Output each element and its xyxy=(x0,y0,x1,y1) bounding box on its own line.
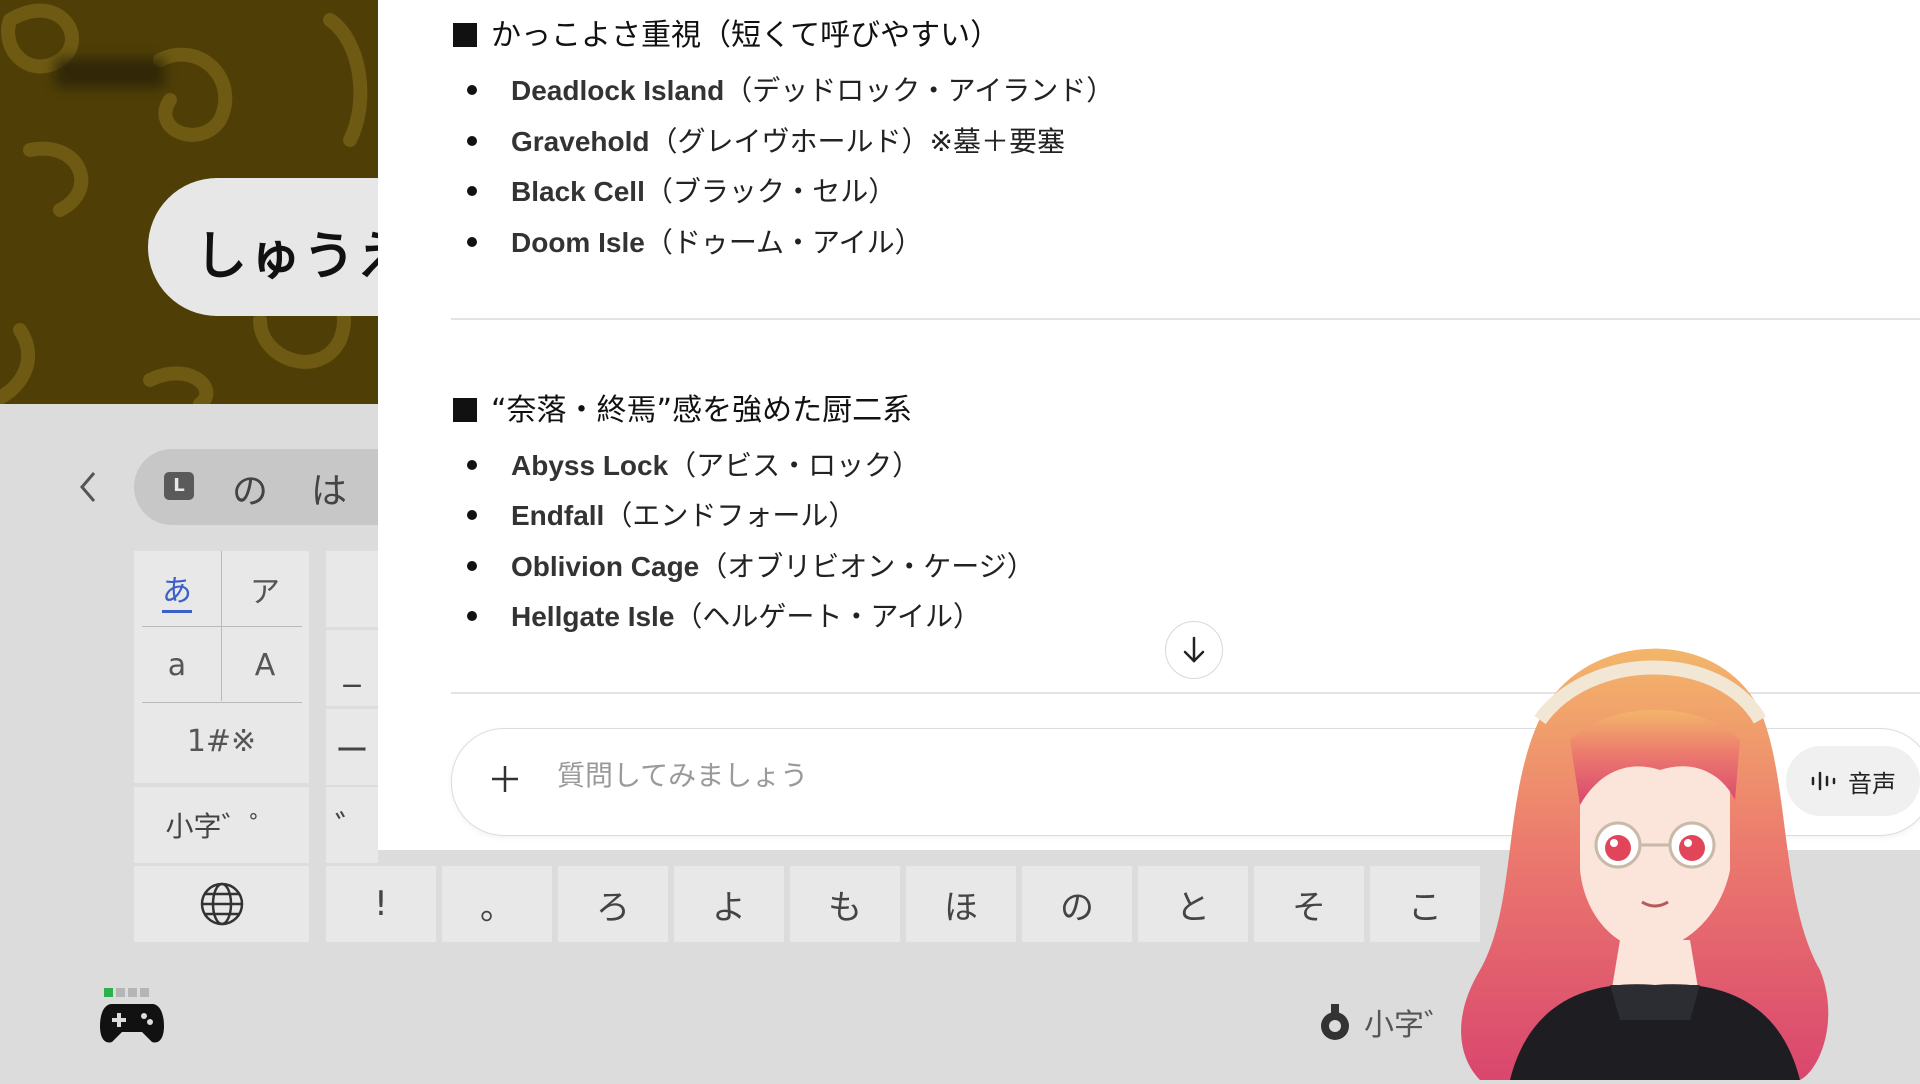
key[interactable]: ! xyxy=(326,866,436,942)
list-item: Doom Isle（ドゥーム・アイル） xyxy=(467,221,923,261)
list-item: Black Cell（ブラック・セル） xyxy=(467,170,896,210)
key[interactable]: ろ xyxy=(558,866,668,942)
item-name: Black Cell xyxy=(511,176,645,207)
key[interactable]: の xyxy=(1022,866,1132,942)
item-name: Endfall xyxy=(511,500,605,531)
small-char-key[interactable]: 小字゛゜ xyxy=(134,787,309,863)
item-name: Abyss Lock xyxy=(511,450,669,481)
mode-symbols[interactable]: 1#※ xyxy=(134,703,309,779)
bullet-icon xyxy=(467,510,477,520)
key[interactable]: 。 xyxy=(442,866,552,942)
bullet-icon xyxy=(467,237,477,247)
key[interactable]: と xyxy=(1138,866,1248,942)
scroll-down-arrow-icon[interactable] xyxy=(1165,621,1223,679)
section-heading: かっこよさ重視（短くて呼びやすい） xyxy=(453,10,1000,54)
item-name: Gravehold xyxy=(511,126,650,157)
bullet-icon xyxy=(467,85,477,95)
mode-lowercase[interactable]: a xyxy=(134,627,220,703)
l-button-badge: L xyxy=(164,472,194,500)
item-name: Hellgate Isle xyxy=(511,601,675,632)
back-chevron-icon[interactable] xyxy=(78,468,98,514)
bullet-icon xyxy=(467,136,477,146)
key[interactable]: そ xyxy=(1254,866,1364,942)
item-name: Doom Isle xyxy=(511,227,645,258)
item-name: Oblivion Cage xyxy=(511,551,700,582)
item-reading: （オブリビオン・ケージ） xyxy=(699,550,1035,583)
item-reading: （グレイヴホールド）※墓＋要塞 xyxy=(649,125,1065,158)
suggestion-item[interactable]: は xyxy=(311,462,347,514)
stick-icon xyxy=(1321,1004,1349,1040)
suggestion-item[interactable]: の xyxy=(232,462,268,514)
key-partial[interactable]: _ xyxy=(326,630,378,706)
list-item: Hellgate Isle（ヘルゲート・アイル） xyxy=(467,595,981,635)
item-name: Deadlock Island xyxy=(511,75,725,106)
bullet-icon xyxy=(467,611,477,621)
section-heading: “奈落・終焉”感を強めた厨二系 xyxy=(453,385,912,429)
item-reading: （デッドロック・アイランド） xyxy=(724,74,1115,107)
mode-uppercase[interactable]: A xyxy=(222,627,308,703)
section-heading-text: “奈落・終焉”感を強めた厨二系 xyxy=(491,393,913,428)
bullet-icon xyxy=(467,561,477,571)
section-divider xyxy=(451,318,1920,320)
key[interactable]: ほ xyxy=(906,866,1016,942)
item-reading: （ドゥーム・アイル） xyxy=(644,226,923,259)
item-reading: （ブラック・セル） xyxy=(644,175,897,208)
controller-icon xyxy=(98,998,166,1050)
mode-hiragana[interactable]: あ xyxy=(162,566,192,613)
key[interactable]: も xyxy=(790,866,900,942)
item-reading: （ヘルゲート・アイル） xyxy=(674,600,982,633)
item-reading: （エンドフォール） xyxy=(604,499,857,532)
vtuber-avatar xyxy=(1420,640,1880,1084)
square-bullet-icon xyxy=(453,398,477,422)
bullet-icon xyxy=(467,460,477,470)
key[interactable]: よ xyxy=(674,866,784,942)
section-heading-text: かっこよさ重視（短くて呼びやすい） xyxy=(491,18,1001,53)
list-item: Oblivion Cage（オブリビオン・ケージ） xyxy=(467,545,1035,585)
message-input[interactable] xyxy=(555,758,1159,793)
list-item: Deadlock Island（デッドロック・アイランド） xyxy=(467,69,1114,109)
globe-icon[interactable] xyxy=(134,866,309,942)
plus-icon[interactable] xyxy=(490,763,520,799)
square-bullet-icon xyxy=(453,23,477,47)
key-partial[interactable] xyxy=(326,551,378,627)
list-item: Gravehold（グレイヴホールド）※墓＋要塞 xyxy=(467,120,1065,160)
blurred-label xyxy=(55,58,165,88)
list-item: Endfall（エンドフォール） xyxy=(467,494,856,534)
bullet-icon xyxy=(467,186,477,196)
mode-katakana[interactable]: ア xyxy=(222,551,308,627)
list-item: Abyss Lock（アビス・ロック） xyxy=(467,444,920,484)
key-partial[interactable]: ー xyxy=(326,709,378,785)
input-mode-grid: あ ア a A 1#※ xyxy=(134,551,309,783)
item-reading: （アビス・ロック） xyxy=(668,449,921,482)
key-partial[interactable]: ゛ xyxy=(326,787,378,863)
